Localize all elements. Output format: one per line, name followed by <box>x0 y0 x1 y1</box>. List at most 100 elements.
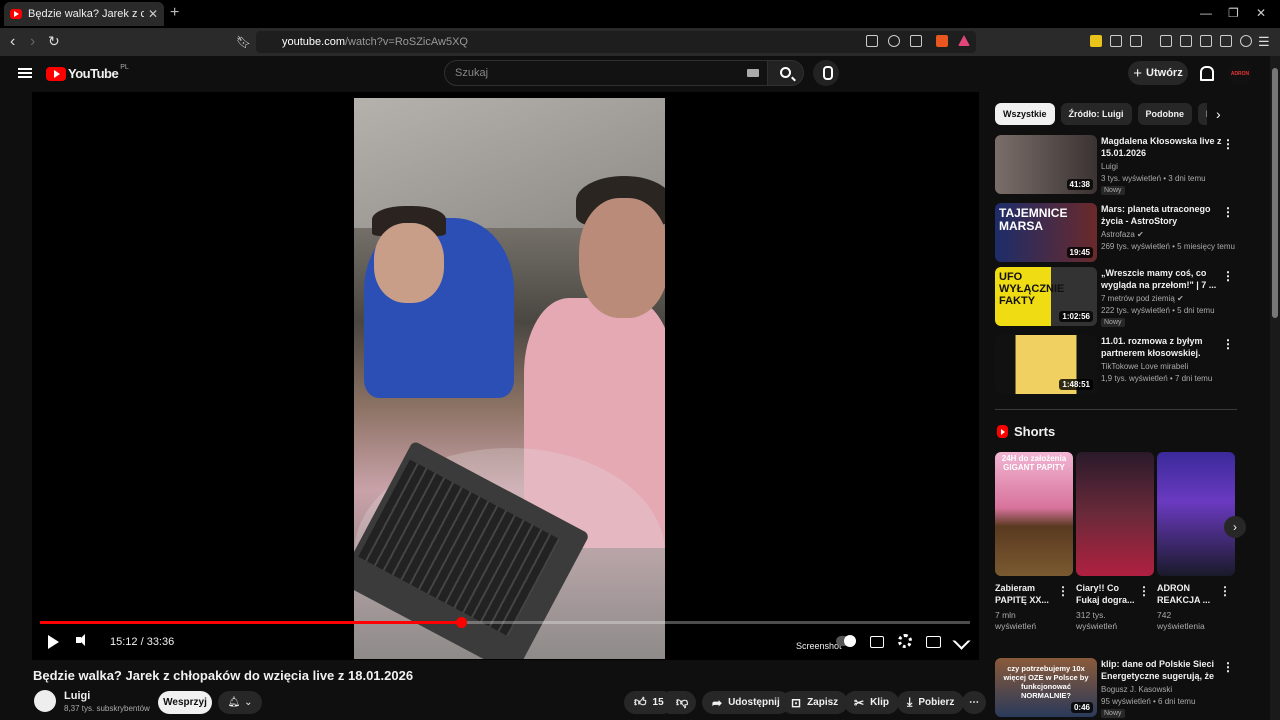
chip[interactable]: Źródło: Luigi <box>1060 103 1132 125</box>
fullscreen-icon[interactable] <box>952 631 971 650</box>
dislike-button[interactable]: 👎︎ <box>668 691 697 714</box>
video-thumbnail[interactable]: 1:48:51 <box>995 335 1097 394</box>
recommended-title[interactable]: „Wreszcie mamy coś, co wygląda na przeło… <box>1101 267 1225 291</box>
progress-scrubber[interactable] <box>455 617 467 628</box>
open-external-icon[interactable] <box>866 35 878 47</box>
save-button[interactable]: ⊡ Zapisz <box>781 691 849 714</box>
channel-avatar[interactable] <box>34 690 56 712</box>
brave-shield-icon[interactable] <box>936 35 948 47</box>
browser-tab[interactable]: Będzie walka? Jarek z chłopaków ✕ <box>4 2 164 26</box>
vpn-shield-icon[interactable] <box>1240 35 1252 47</box>
like-button[interactable]: 👍︎ 15 <box>624 691 674 714</box>
recommended-video[interactable]: 1:48:51 11.01. rozmowa z byłym partnerem… <box>995 335 1240 395</box>
video-frame[interactable] <box>354 98 665 659</box>
recommended-channel[interactable]: Bogusz J. Kasowski <box>1101 685 1172 694</box>
chip[interactable]: Dla Ciebie <box>1198 103 1207 125</box>
short-title[interactable]: ADRON REAKCJA ... <box>1157 582 1221 606</box>
more-icon[interactable]: ⋮ <box>1222 269 1234 283</box>
zoom-icon[interactable] <box>888 35 900 47</box>
short-thumbnail[interactable] <box>1076 452 1154 576</box>
wallet-icon[interactable] <box>1200 35 1212 47</box>
play-button[interactable] <box>48 635 59 649</box>
extensions-puzzle-icon[interactable] <box>1110 35 1122 47</box>
recommended-video[interactable]: TAJEMNICE MARSA 19:45 Mars: planeta utra… <box>995 203 1240 263</box>
extension-2-icon[interactable] <box>1130 35 1142 47</box>
close-tab-icon[interactable]: ✕ <box>148 7 158 21</box>
more-icon[interactable]: ⋮ <box>1057 584 1069 598</box>
recommended-channel[interactable]: TikTokowe Love mirabeli <box>1101 362 1188 371</box>
channel-name[interactable]: Luigi <box>64 690 90 702</box>
volume-icon[interactable] <box>76 633 90 647</box>
video-thumbnail[interactable]: czy potrzebujemy 10x więcej OZE w Polsce… <box>995 658 1097 717</box>
video-thumbnail[interactable]: UFO WYŁĄCZNIE FAKTY 1:02:56 <box>995 267 1097 326</box>
short-thumbnail[interactable]: 24H do założenia GIGANT PAPITY <box>995 452 1073 576</box>
notifications-bell-icon[interactable] <box>1198 66 1214 81</box>
new-tab-icon[interactable]: + <box>170 4 179 22</box>
recommended-video[interactable]: 41:38 Magdalena Kłosowska live z 15.01.2… <box>995 135 1240 195</box>
search-button[interactable] <box>767 60 804 86</box>
extension-icon[interactable] <box>1090 35 1102 47</box>
minimize-icon[interactable]: — <box>1200 6 1212 20</box>
more-icon[interactable]: ⋮ <box>1219 584 1231 598</box>
close-window-icon[interactable]: ✕ <box>1256 6 1266 20</box>
progress-bar[interactable] <box>40 617 970 628</box>
video-thumbnail[interactable]: 41:38 <box>995 135 1097 194</box>
more-icon[interactable]: ⋮ <box>1222 660 1234 674</box>
recommended-channel[interactable]: 7 metrów pod ziemią ✔ <box>1101 294 1184 303</box>
more-icon[interactable]: ⋮ <box>1222 337 1234 351</box>
more-icon[interactable]: ⋮ <box>1222 205 1234 219</box>
subtitles-icon[interactable] <box>870 636 884 648</box>
recommended-video[interactable]: czy potrzebujemy 10x więcej OZE w Polsce… <box>995 658 1240 718</box>
chevron-right-icon[interactable]: › <box>1216 106 1221 122</box>
restore-icon[interactable]: ❐ <box>1228 6 1239 20</box>
video-player[interactable]: 15:12 / 33:36 Screenshot <box>32 92 979 660</box>
recommended-channel[interactable]: Luigi <box>1101 162 1118 171</box>
short-item[interactable]: Ciary!! Co Fukaj dogra... 312 tys. wyświ… <box>1076 452 1154 632</box>
clip-button[interactable]: ✂ Klip <box>844 691 899 714</box>
search-input[interactable]: Szukaj <box>444 60 768 86</box>
menu-icon[interactable]: ☰ <box>1258 34 1270 50</box>
settings-gear-icon[interactable] <box>898 634 912 648</box>
brave-rewards-icon[interactable] <box>958 35 970 46</box>
sidebar-icon[interactable] <box>1180 35 1192 47</box>
chip[interactable]: Podobne <box>1137 103 1193 125</box>
short-title[interactable]: Ciary!! Co Fukaj dogra... <box>1076 582 1140 606</box>
recommended-title[interactable]: Magdalena Kłosowska live z 15.01.2026 <box>1101 135 1225 159</box>
download-button[interactable]: ⤓ Pobierz <box>897 691 965 714</box>
page-scrollbar[interactable] <box>1270 56 1280 720</box>
short-item[interactable]: 24H do założenia GIGANT PAPITY Zabieram … <box>995 452 1073 632</box>
more-icon[interactable]: ⋮ <box>1222 137 1234 151</box>
bookmark-icon[interactable]: 🔖︎ <box>236 35 251 49</box>
recommended-title[interactable]: 11.01. rozmowa z byłym partnerem kłosows… <box>1101 335 1225 359</box>
more-actions-button[interactable]: ⋯ <box>962 691 986 714</box>
hamburger-menu-icon[interactable] <box>18 68 32 78</box>
more-icon[interactable]: ⋮ <box>1138 584 1150 598</box>
scrollbar-thumb[interactable] <box>1272 68 1278 318</box>
leo-ai-icon[interactable] <box>1220 35 1232 47</box>
short-item[interactable]: ADRON REAKCJA ... 742 wyświetlenia ⋮ <box>1157 452 1235 632</box>
voice-search-button[interactable] <box>813 60 839 86</box>
recommended-channel[interactable]: Astrofaza ✔ <box>1101 230 1144 239</box>
keyboard-icon[interactable] <box>747 69 759 77</box>
share-button[interactable]: ➦ Udostępnij <box>702 691 790 714</box>
theater-mode-icon[interactable] <box>926 636 941 648</box>
recommended-title[interactable]: Mars: planeta utraconego życia - AstroSt… <box>1101 203 1225 227</box>
create-button[interactable]: + Utwórz <box>1128 61 1188 85</box>
forward-icon[interactable]: › <box>30 33 35 51</box>
video-thumbnail[interactable]: TAJEMNICE MARSA 19:45 <box>995 203 1097 262</box>
recommended-title[interactable]: klip: dane od Polskie Sieci Energetyczne… <box>1101 658 1225 682</box>
back-icon[interactable]: ‹ <box>10 33 15 51</box>
media-icon[interactable] <box>1160 35 1172 47</box>
autoplay-toggle[interactable] <box>836 635 856 647</box>
short-title[interactable]: Zabieram PAPITĘ XX... <box>995 582 1059 606</box>
account-avatar[interactable]: ADRON <box>1228 62 1252 86</box>
short-thumbnail[interactable] <box>1157 452 1235 576</box>
reload-icon[interactable]: ↻ <box>48 33 60 50</box>
recommended-video[interactable]: UFO WYŁĄCZNIE FAKTY 1:02:56 „Wreszcie ma… <box>995 267 1240 327</box>
chip[interactable]: Wszystkie <box>995 103 1055 125</box>
subscription-bell-button[interactable]: 🔔︎ ⌄ <box>218 691 262 714</box>
shorts-next-button[interactable]: › <box>1224 516 1246 538</box>
youtube-logo[interactable]: YouTube PL <box>46 64 129 81</box>
support-button[interactable]: Wesprzyj <box>158 691 212 714</box>
share-page-icon[interactable] <box>910 35 922 47</box>
